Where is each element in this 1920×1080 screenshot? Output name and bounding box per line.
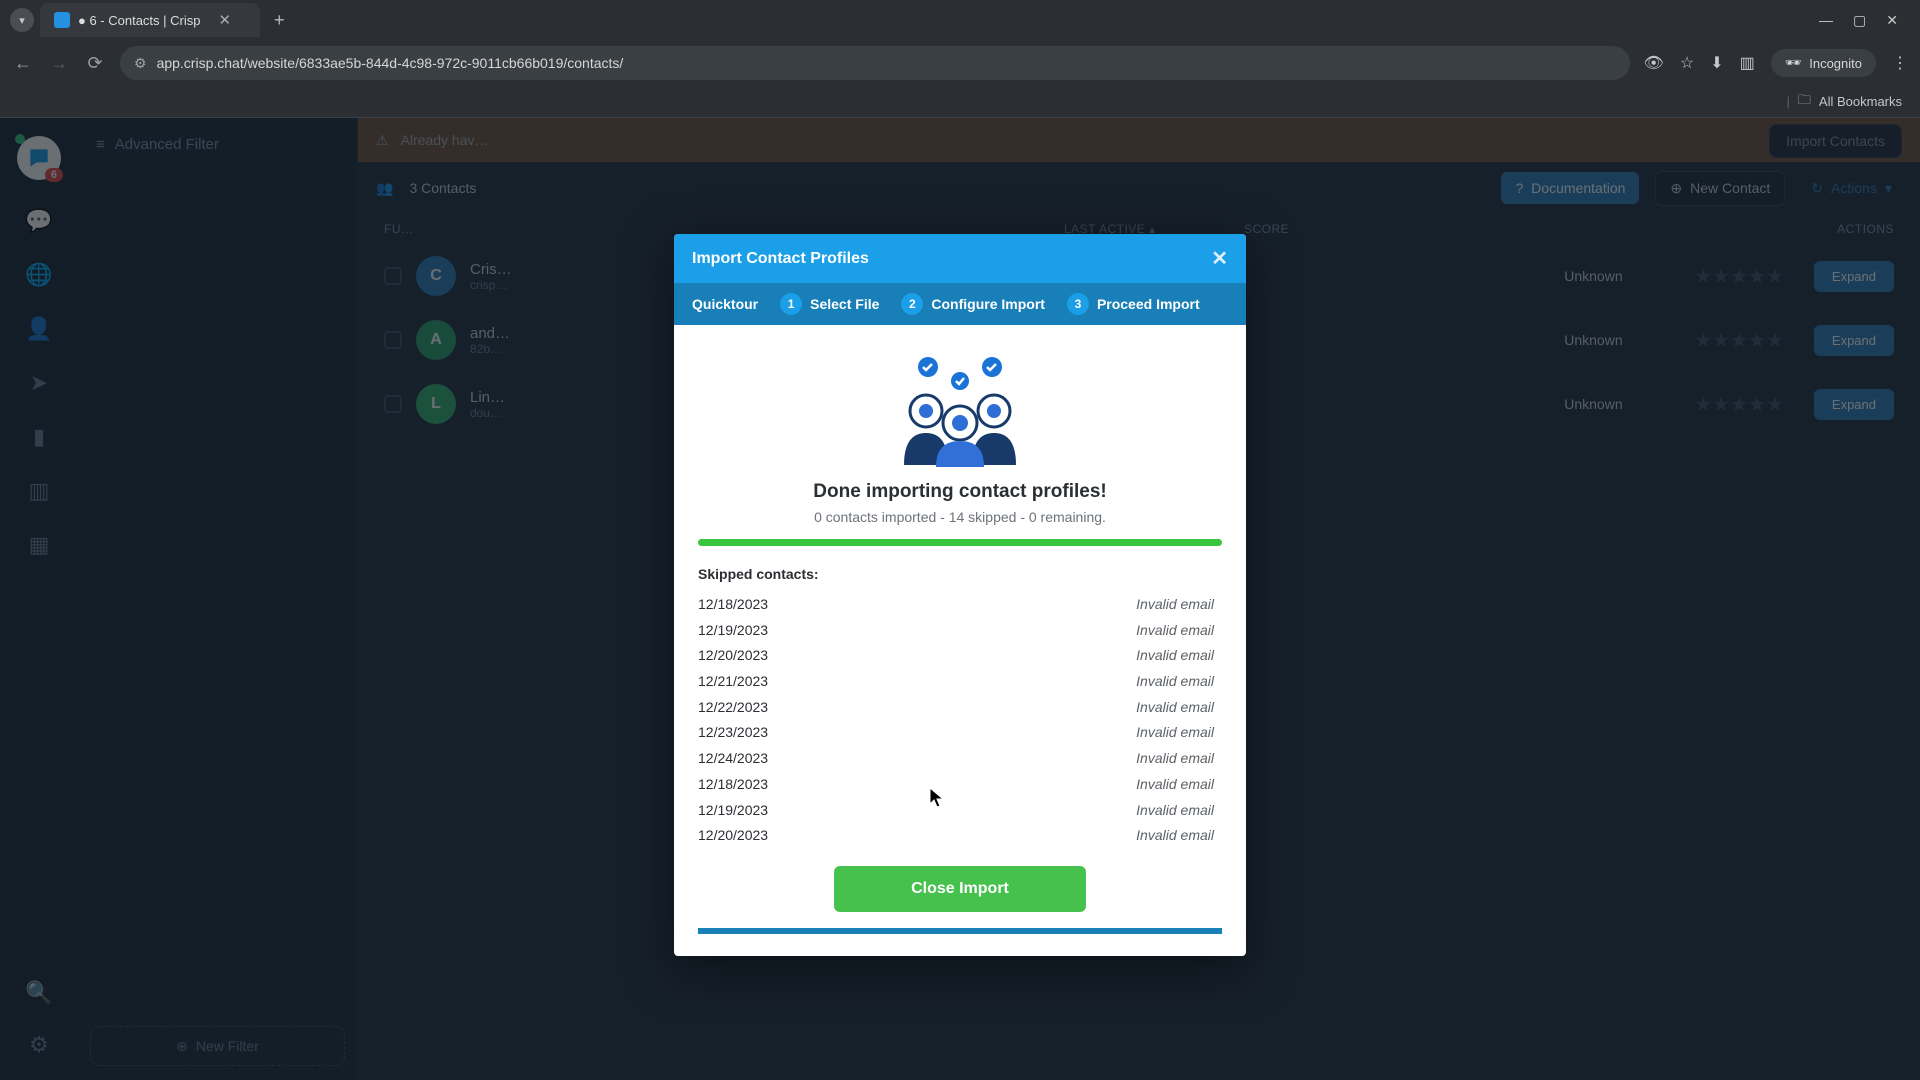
maximize-icon[interactable]: ▢ [1853,12,1866,29]
import-success-illustration [698,347,1222,467]
skipped-row: 12/20/2023 Invalid email [698,643,1214,669]
skipped-reason: Invalid email [1136,774,1214,796]
done-heading: Done importing contact profiles! [698,481,1222,503]
skipped-row: 12/18/2023 Invalid email [698,772,1214,798]
star-icon[interactable]: ☆ [1680,53,1694,73]
skipped-reason: Invalid email [1136,594,1214,616]
forward-icon[interactable]: → [48,53,70,74]
step-select-file[interactable]: 1 Select File [780,293,879,315]
step-proceed-import[interactable]: 3 Proceed Import [1067,293,1200,315]
eye-off-icon[interactable]: 👁 [1644,53,1664,73]
step-number: 3 [1067,293,1089,315]
right-toolbar: 👁 ☆ ⬇ ▥ 🕶 Incognito ⋮ [1644,49,1908,77]
skipped-row: 12/24/2023 Invalid email [698,746,1214,772]
url-text: app.crisp.chat/website/6833ae5b-844d-4c9… [157,55,624,71]
modal-body: Done importing contact profiles! 0 conta… [674,325,1246,956]
modal-footer-strip [698,928,1222,934]
back-icon[interactable]: ← [12,53,34,74]
done-subtext: 0 contacts imported - 14 skipped - 0 rem… [698,509,1222,525]
skipped-row: 12/18/2023 Invalid email [698,592,1214,618]
menu-icon[interactable]: ⋮ [1892,53,1908,73]
skipped-date: 12/19/2023 [698,800,768,822]
quicktour-link[interactable]: Quicktour [692,296,758,312]
skipped-date: 12/20/2023 [698,825,768,844]
skipped-row: 12/22/2023 Invalid email [698,695,1214,721]
skipped-row: 12/19/2023 Invalid email [698,798,1214,824]
tab-title: ● 6 - Contacts | Crisp [78,13,200,28]
incognito-badge[interactable]: 🕶 Incognito [1771,49,1876,77]
step-label: Proceed Import [1097,296,1200,312]
import-modal: Import Contact Profiles ✕ Quicktour 1 Se… [674,234,1246,956]
reload-icon[interactable]: ⟳ [84,53,106,74]
skipped-date: 12/18/2023 [698,594,768,616]
modal-title: Import Contact Profiles [692,250,869,268]
browser-tab[interactable]: ● 6 - Contacts | Crisp ✕ [40,3,260,37]
skipped-row: 12/21/2023 Invalid email [698,669,1214,695]
skipped-row: 12/19/2023 Invalid email [698,618,1214,644]
site-settings-icon[interactable]: ⚙ [134,55,147,72]
skipped-reason: Invalid email [1136,697,1214,719]
close-tab-icon[interactable]: ✕ [218,11,231,29]
step-number: 1 [780,293,802,315]
skipped-row: 12/23/2023 Invalid email [698,720,1214,746]
skipped-row: 12/20/2023 Invalid email [698,823,1214,844]
close-modal-icon[interactable]: ✕ [1211,246,1228,271]
browser-chrome: ▾ ● 6 - Contacts | Crisp ✕ + — ▢ ✕ ← → ⟳… [0,0,1920,118]
skipped-date: 12/18/2023 [698,774,768,796]
step-configure-import[interactable]: 2 Configure Import [901,293,1045,315]
progress-bar [698,539,1222,546]
skipped-date: 12/19/2023 [698,620,768,642]
skipped-heading: Skipped contacts: [698,566,1222,582]
toolbar-row: ← → ⟳ ⚙ app.crisp.chat/website/6833ae5b-… [0,40,1920,86]
address-bar[interactable]: ⚙ app.crisp.chat/website/6833ae5b-844d-4… [120,46,1630,80]
skipped-date: 12/21/2023 [698,671,768,693]
minimize-icon[interactable]: — [1819,12,1833,29]
skipped-reason: Invalid email [1136,722,1214,744]
skipped-date: 12/20/2023 [698,645,768,667]
bookmarks-bar: | 🗀 All Bookmarks [0,86,1920,118]
favicon-icon [54,12,70,28]
skipped-reason: Invalid email [1136,645,1214,667]
download-icon[interactable]: ⬇ [1710,53,1723,73]
new-tab-button[interactable]: + [266,10,293,31]
all-bookmarks[interactable]: All Bookmarks [1819,94,1902,109]
incognito-icon: 🕶 [1785,55,1802,71]
window-controls: — ▢ ✕ [1819,12,1910,29]
skipped-reason: Invalid email [1136,800,1214,822]
skipped-reason: Invalid email [1136,748,1214,770]
skipped-date: 12/24/2023 [698,748,768,770]
tab-bar: ▾ ● 6 - Contacts | Crisp ✕ + — ▢ ✕ [0,0,1920,40]
step-label: Select File [810,296,879,312]
skipped-date: 12/22/2023 [698,697,768,719]
wizard-steps: Quicktour 1 Select File 2 Configure Impo… [674,283,1246,325]
skipped-list[interactable]: 12/18/2023 Invalid email 12/19/2023 Invalid… [698,592,1222,844]
app-shell: 6 💬 🌐 👤 ➤ ▮ ▥ ▦ 🔍 ⚙ ≡ Advanced Filter ⊕ … [0,118,1920,1080]
incognito-label: Incognito [1809,56,1862,71]
step-number: 2 [901,293,923,315]
modal-header: Import Contact Profiles ✕ [674,234,1246,283]
panel-icon[interactable]: ▥ [1740,53,1755,73]
close-import-label: Close Import [911,880,1009,897]
folder-icon: 🗀 [1798,91,1811,113]
close-import-button[interactable]: Close Import [834,866,1086,912]
skipped-reason: Invalid email [1136,620,1214,642]
skipped-reason: Invalid email [1136,671,1214,693]
close-window-icon[interactable]: ✕ [1886,12,1898,29]
skipped-reason: Invalid email [1136,825,1214,844]
tab-search-icon[interactable]: ▾ [10,8,34,32]
step-label: Configure Import [931,296,1045,312]
skipped-date: 12/23/2023 [698,722,768,744]
